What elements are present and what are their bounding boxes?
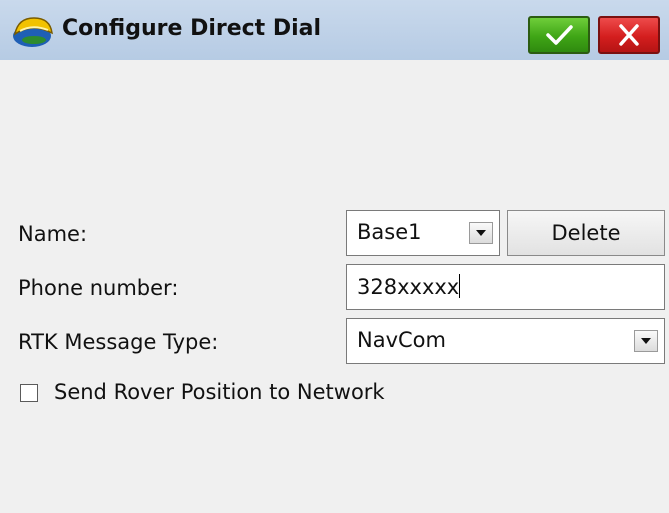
checkmark-icon [546,25,573,45]
name-dropdown[interactable]: Base1 [346,210,500,256]
configure-direct-dial-window: Configure Direct Dial Name: Base1 Delete… [0,0,669,513]
window-title: Configure Direct Dial [62,16,322,41]
close-x-icon [619,24,639,46]
rtk-message-type-value: NavCom [357,328,446,352]
rtk-message-type-label: RTK Message Type: [18,330,219,354]
ok-button[interactable] [528,16,590,54]
phone-number-label: Phone number: [18,276,179,300]
phone-number-input[interactable]: 328xxxxx [346,264,665,310]
name-dropdown-value: Base1 [357,220,422,244]
delete-button[interactable]: Delete [507,210,665,256]
survey-helmet-icon [10,14,56,48]
rtk-message-type-dropdown[interactable]: NavCom [346,318,665,364]
chevron-down-icon[interactable] [634,330,658,352]
name-label: Name: [18,222,88,246]
send-rover-position-checkbox[interactable] [20,384,38,402]
chevron-down-icon[interactable] [469,222,493,244]
send-rover-position-label[interactable]: Send Rover Position to Network [54,380,385,404]
close-button[interactable] [598,16,660,54]
text-caret [459,274,461,298]
phone-number-value: 328xxxxx [357,275,460,299]
title-bar: Configure Direct Dial [0,0,669,60]
